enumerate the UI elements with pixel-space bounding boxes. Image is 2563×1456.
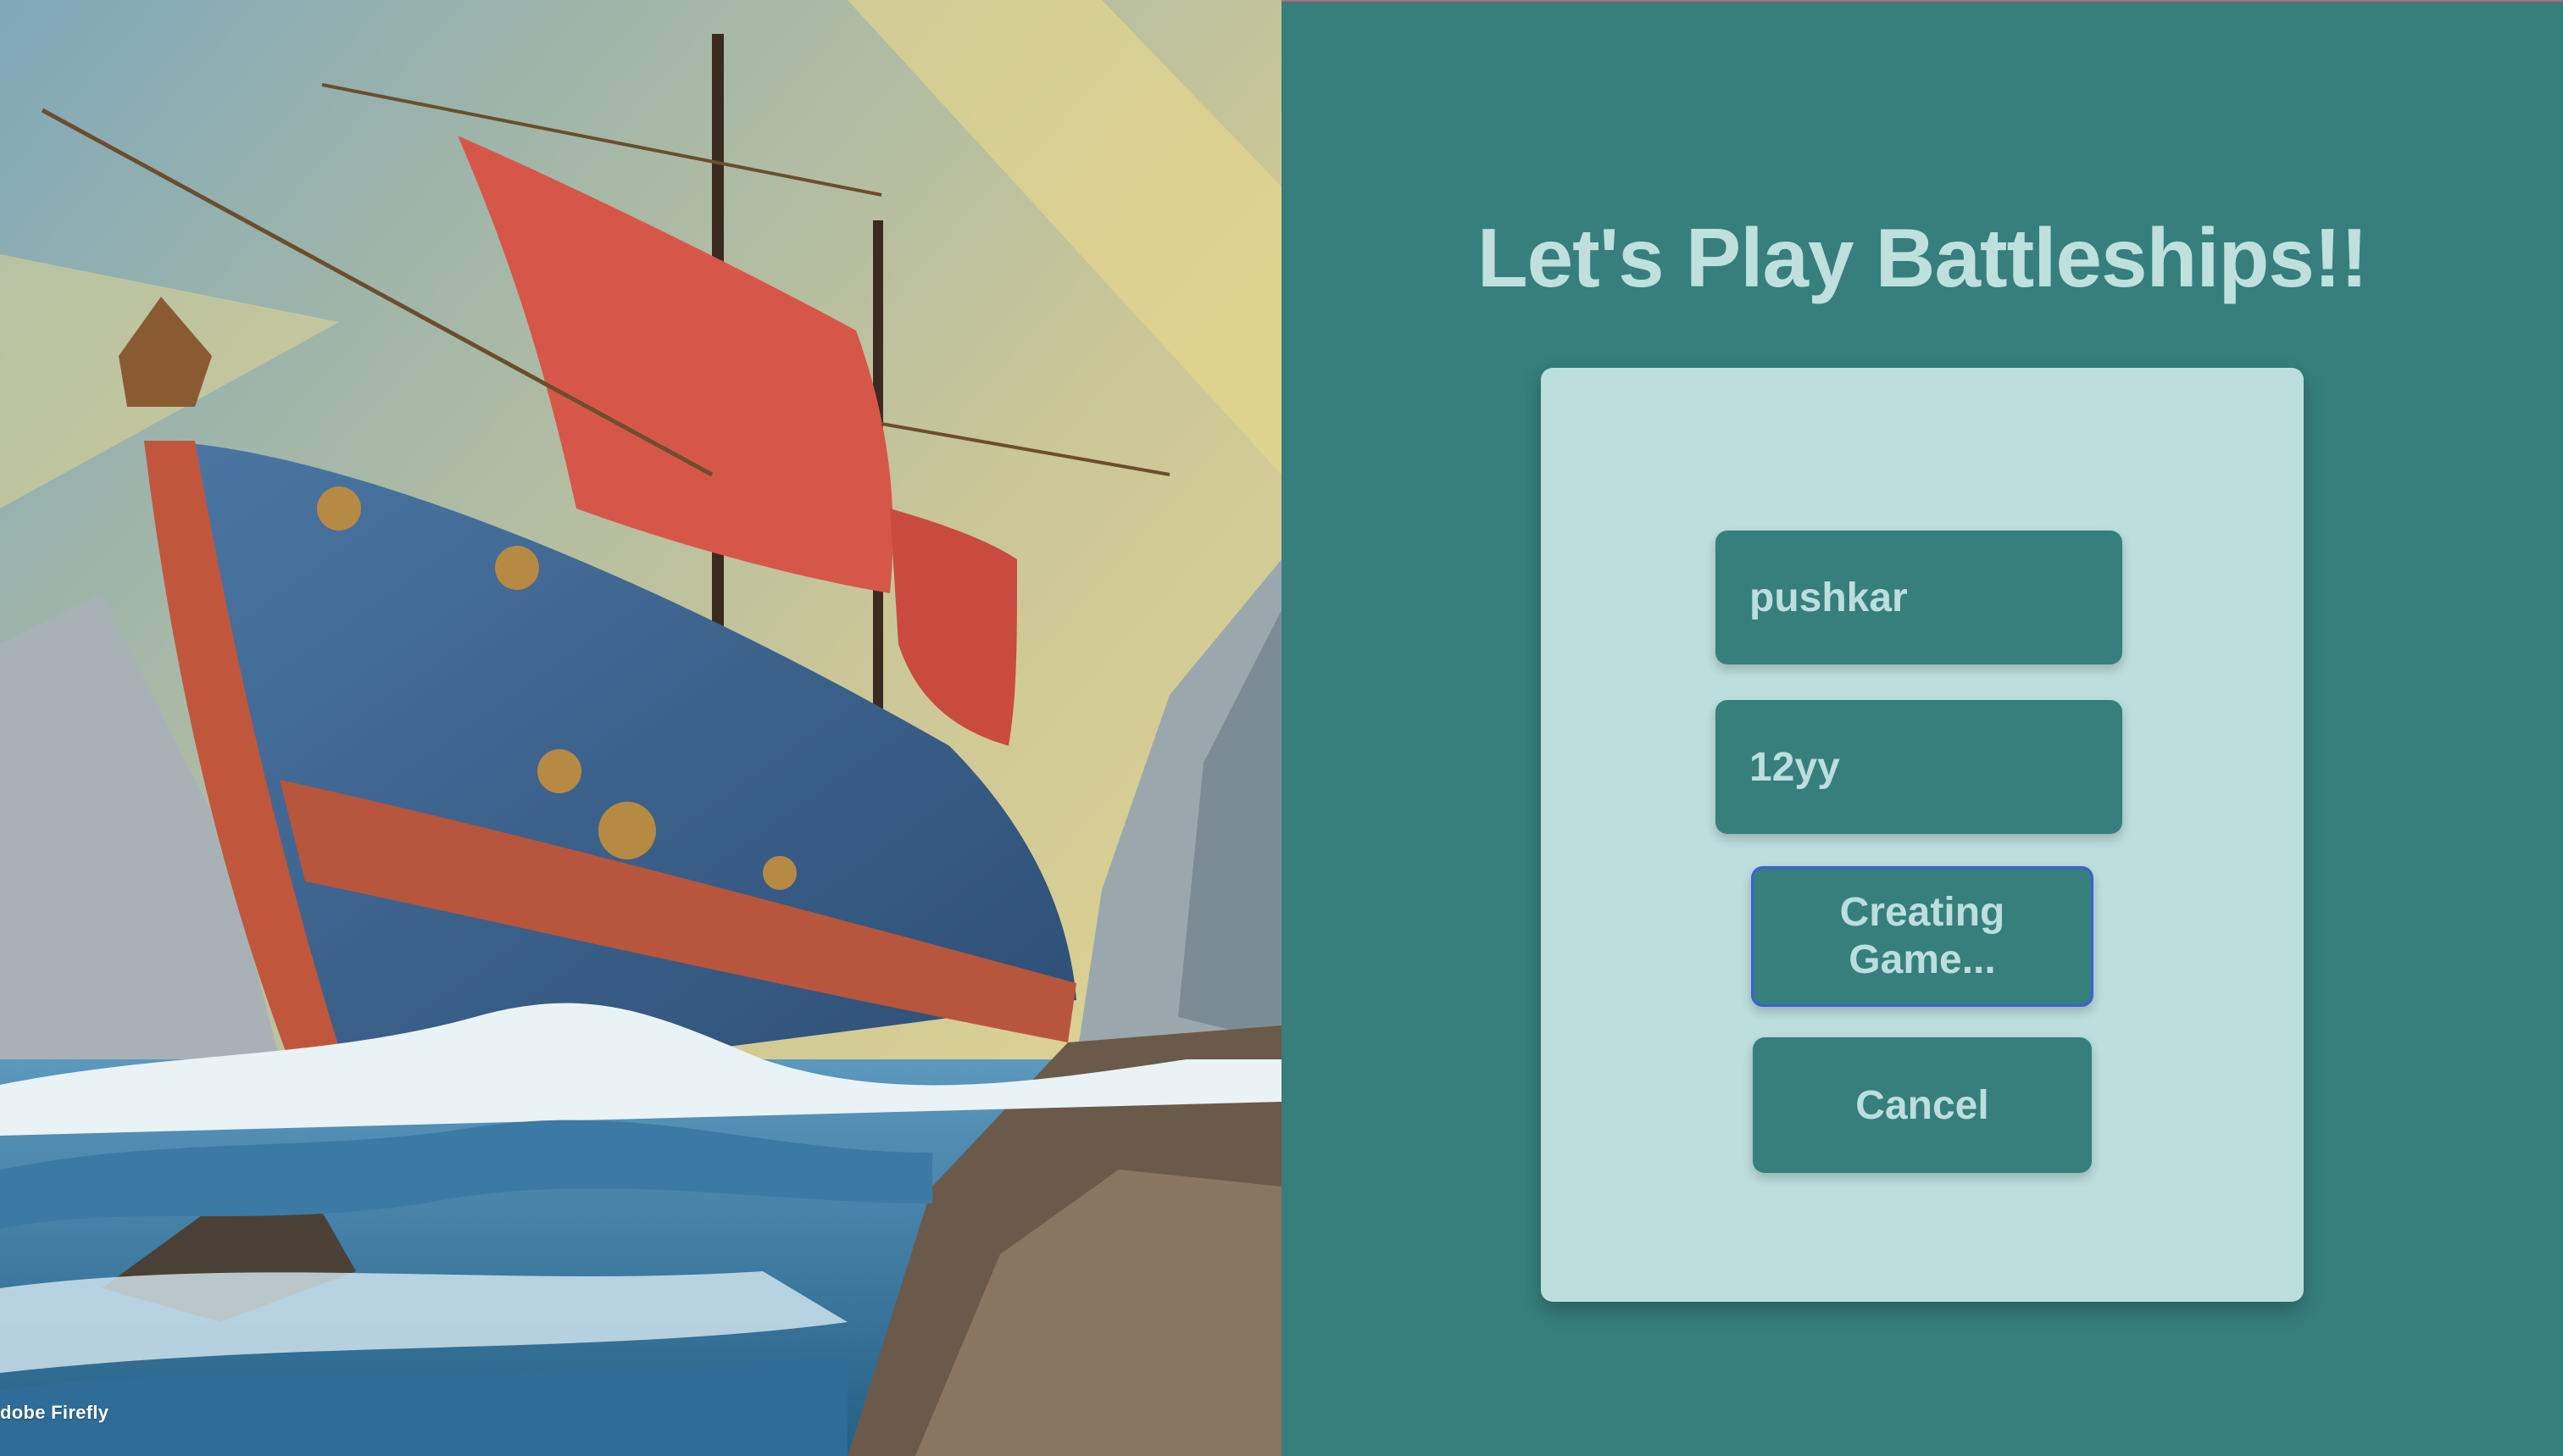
game-code-input[interactable] — [1715, 700, 2122, 834]
battleship-illustration: dobe Firefly — [0, 0, 1282, 1456]
game-setup-panel: Let's Play Battleships!! Creating Game..… — [1282, 0, 2563, 1456]
ship-artwork-svg — [0, 0, 1282, 1456]
player-name-input[interactable] — [1715, 531, 2122, 664]
firefly-watermark: dobe Firefly — [0, 1402, 109, 1423]
page-title: Let's Play Battleships!! — [1476, 211, 2368, 304]
create-game-button[interactable]: Creating Game... — [1751, 866, 2093, 1007]
cancel-button[interactable]: Cancel — [1753, 1037, 2092, 1173]
